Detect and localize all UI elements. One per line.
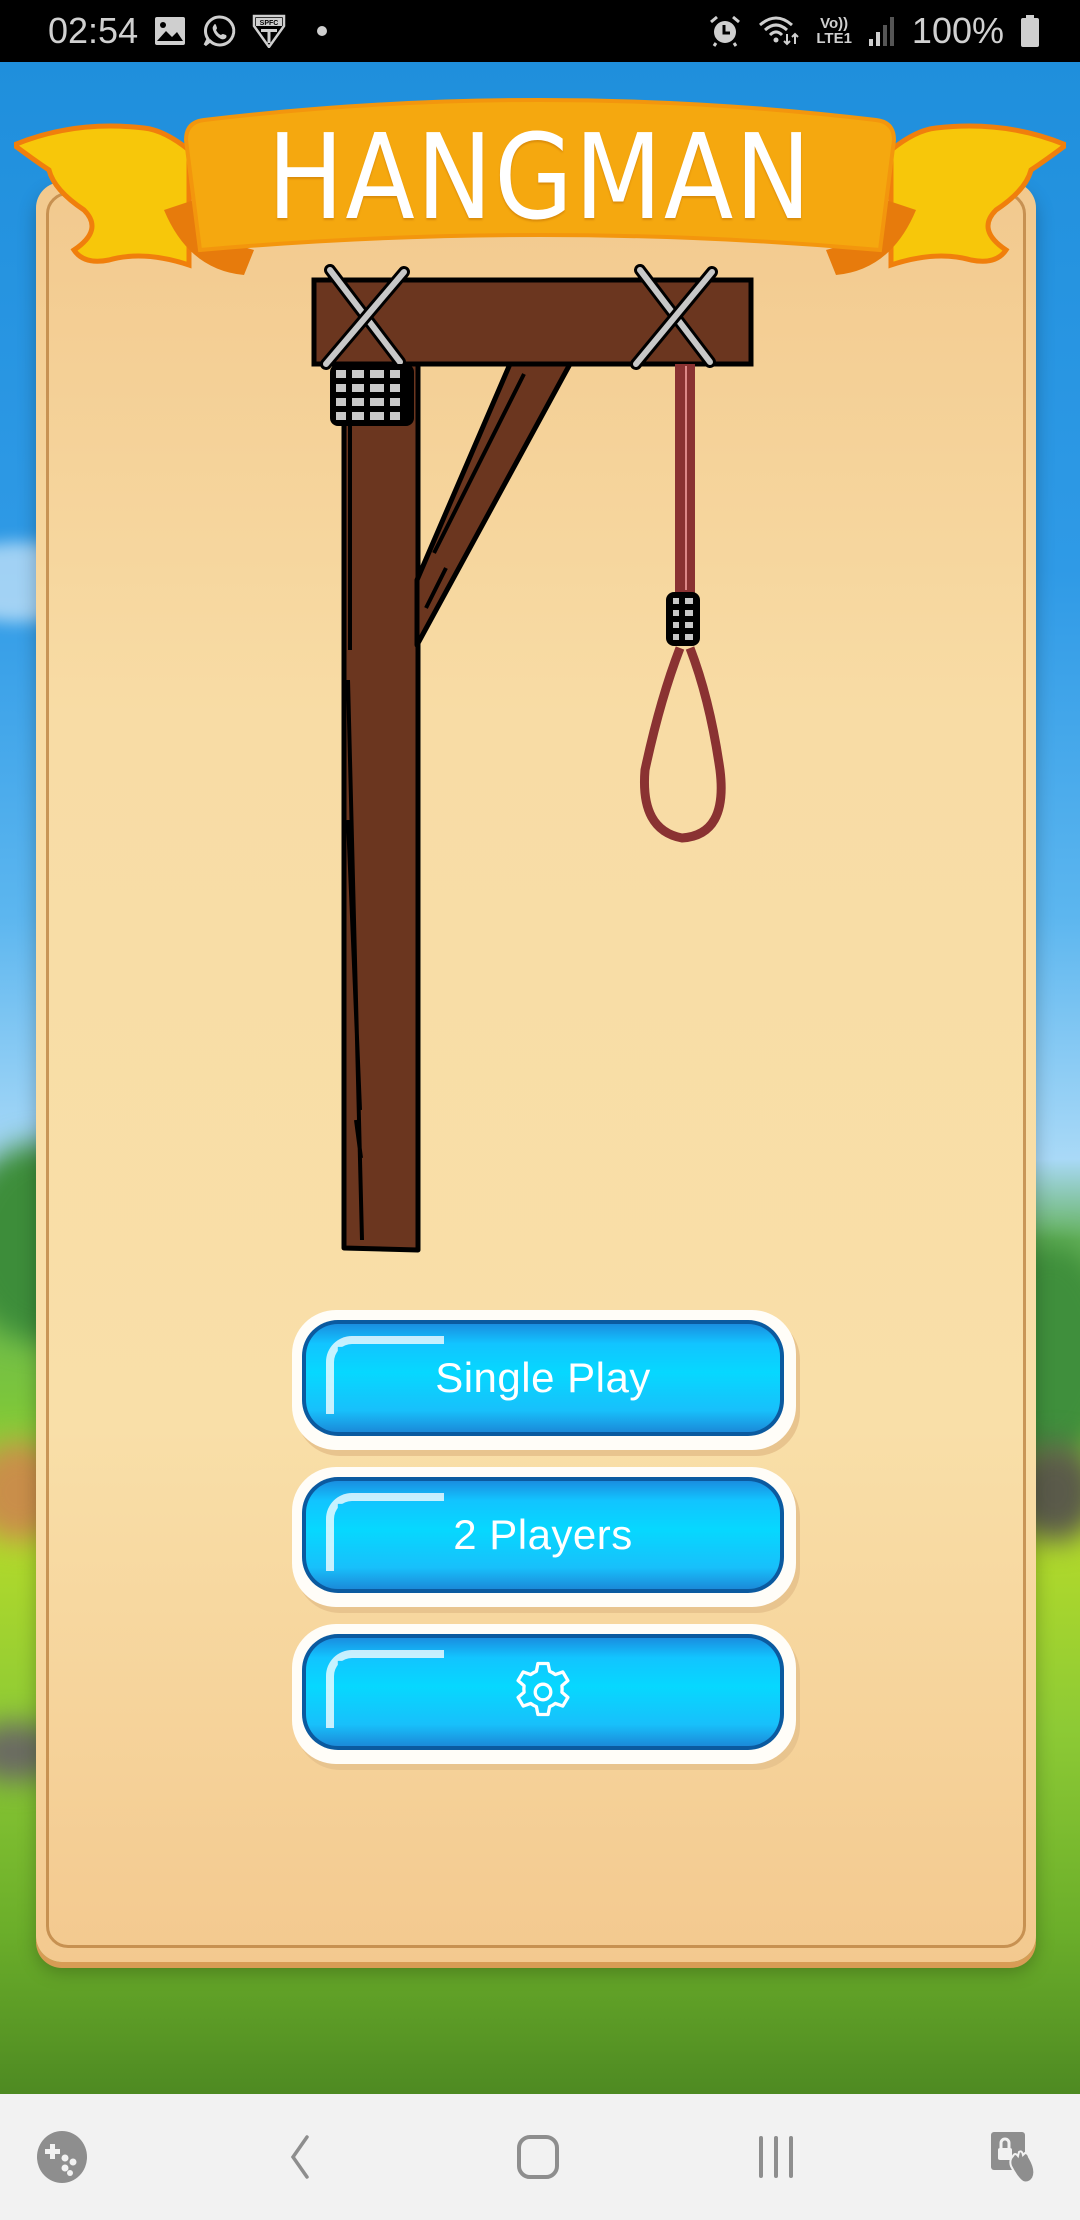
battery-percent: 100% bbox=[911, 10, 1004, 51]
status-time: 02:54 bbox=[48, 10, 139, 51]
whatsapp-icon bbox=[202, 14, 236, 48]
settings-button[interactable] bbox=[292, 1624, 796, 1764]
spfc-badge-text: SPFC bbox=[260, 20, 279, 27]
home-button[interactable] bbox=[508, 2127, 568, 2187]
volte-lte-icon: Vo)) LTE1 bbox=[816, 16, 852, 46]
lte-label: LTE1 bbox=[816, 30, 852, 47]
status-bar-right: Vo)) LTE1 100% bbox=[708, 10, 1040, 52]
signal-icon bbox=[868, 15, 896, 47]
main-menu: Single Play 2 Players bbox=[292, 1310, 796, 1781]
gallows-illustration bbox=[300, 250, 780, 1260]
wifi-icon bbox=[758, 14, 800, 48]
two-players-label: 2 Players bbox=[453, 1511, 633, 1558]
status-bar: 02:54 SPFC Vo)) LTE1 100% bbox=[0, 0, 1080, 62]
gallows-brace bbox=[414, 361, 573, 648]
more-dot-icon bbox=[316, 25, 328, 37]
navigation-bar bbox=[0, 2094, 1080, 2220]
volte-label: Vo)) bbox=[820, 15, 849, 32]
alarm-icon bbox=[708, 14, 742, 48]
two-players-button[interactable]: 2 Players bbox=[292, 1467, 796, 1607]
game-title: HANGMAN bbox=[267, 108, 813, 246]
gallery-icon bbox=[154, 16, 186, 46]
status-bar-left: 02:54 SPFC bbox=[48, 10, 328, 52]
gallows-post bbox=[341, 357, 421, 1253]
post-rope-binding bbox=[330, 364, 414, 426]
recents-button[interactable] bbox=[746, 2127, 806, 2187]
game-tools-button[interactable] bbox=[32, 2127, 92, 2187]
noose-rope bbox=[639, 364, 726, 843]
spfc-badge-icon: SPFC bbox=[252, 14, 286, 48]
battery-icon bbox=[1020, 14, 1040, 48]
back-chevron-icon bbox=[285, 2134, 315, 2180]
single-play-label: Single Play bbox=[435, 1354, 651, 1401]
game-controller-icon bbox=[36, 2130, 88, 2184]
game-screen: HANGMAN Single Play 2 Players bbox=[0, 62, 1080, 2094]
single-play-button[interactable]: Single Play bbox=[292, 1310, 796, 1450]
recents-icon bbox=[756, 2135, 796, 2179]
back-button[interactable] bbox=[270, 2127, 330, 2187]
gear-icon bbox=[507, 1656, 579, 1728]
touch-lock-button[interactable] bbox=[984, 2127, 1044, 2187]
touch-lock-icon bbox=[989, 2130, 1039, 2184]
home-icon bbox=[515, 2134, 561, 2180]
